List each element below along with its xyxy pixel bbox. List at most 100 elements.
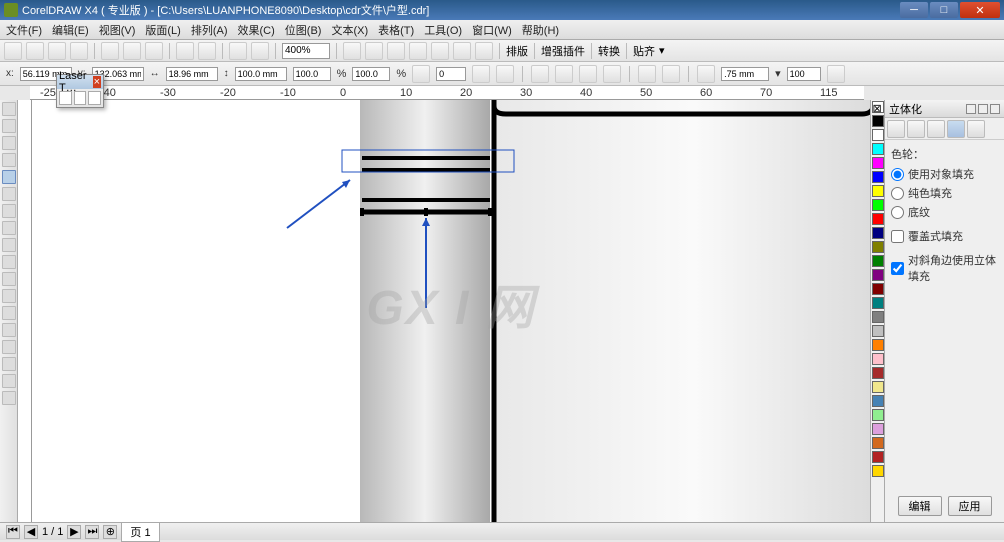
no-color-swatch[interactable]: ⊠ xyxy=(872,101,884,113)
menu-layout[interactable]: 版面(L) xyxy=(145,22,180,38)
crop-tool-icon[interactable] xyxy=(2,136,16,150)
menu-text[interactable]: 文本(X) xyxy=(331,22,368,38)
text-tool-icon[interactable] xyxy=(2,255,16,269)
redo-button[interactable] xyxy=(198,42,216,60)
docker-close-icon[interactable] xyxy=(990,104,1000,114)
color-swatch[interactable] xyxy=(872,171,884,183)
import-button[interactable] xyxy=(229,42,247,60)
interactive-fill-icon[interactable] xyxy=(2,391,16,405)
color-swatch[interactable] xyxy=(872,339,884,351)
zoom-tool-icon[interactable] xyxy=(365,42,383,60)
color-swatch[interactable] xyxy=(872,451,884,463)
width-input[interactable] xyxy=(166,67,218,81)
scale-y-input[interactable] xyxy=(352,67,390,81)
floating-close-icon[interactable]: × xyxy=(93,76,101,88)
color-swatch[interactable] xyxy=(872,241,884,253)
vertical-ruler[interactable] xyxy=(18,100,32,522)
color-swatch[interactable] xyxy=(872,325,884,337)
laser-tool-2-icon[interactable] xyxy=(74,91,87,105)
color-swatch[interactable] xyxy=(872,157,884,169)
zoom-tool-icon[interactable] xyxy=(387,42,405,60)
color-swatch[interactable] xyxy=(872,283,884,295)
laser-tool-3-icon[interactable] xyxy=(88,91,101,105)
order-icon[interactable] xyxy=(638,65,656,83)
convert-curves-icon[interactable] xyxy=(827,65,845,83)
color-swatch[interactable] xyxy=(872,143,884,155)
color-swatch[interactable] xyxy=(872,367,884,379)
next-page-button[interactable]: ▶ xyxy=(67,525,81,539)
snap-icon[interactable] xyxy=(409,42,427,60)
save-button[interactable] xyxy=(48,42,66,60)
color-swatch[interactable] xyxy=(872,465,884,477)
prev-page-button[interactable]: ◀ xyxy=(24,525,38,539)
table-tool-icon[interactable] xyxy=(2,272,16,286)
color-swatch[interactable] xyxy=(872,395,884,407)
outline-icon[interactable] xyxy=(697,65,715,83)
checkbox-bevel-fill[interactable]: 对斜角边使用立体填充 xyxy=(891,252,998,284)
order-icon[interactable] xyxy=(662,65,680,83)
color-swatch[interactable] xyxy=(872,437,884,449)
menu-help[interactable]: 帮助(H) xyxy=(522,22,559,38)
menu-bitmap[interactable]: 位图(B) xyxy=(285,22,322,38)
dropdown-icon[interactable]: ▾ xyxy=(775,67,781,80)
menu-window[interactable]: 窗口(W) xyxy=(472,22,512,38)
radio-shade-fill[interactable]: 底纹 xyxy=(891,204,998,220)
docker-collapse-icon[interactable] xyxy=(978,104,988,114)
interactive-tool-icon[interactable] xyxy=(2,323,16,337)
dropdown-icon[interactable]: ▾ xyxy=(659,44,665,57)
shape-tool-icon[interactable] xyxy=(2,119,16,133)
checkbox-drape-fill[interactable]: 覆盖式填充 xyxy=(891,228,998,244)
align-icon[interactable] xyxy=(555,65,573,83)
spinner-input[interactable] xyxy=(787,67,821,81)
color-swatch[interactable] xyxy=(872,255,884,267)
last-page-button[interactable]: ⏭ xyxy=(85,525,99,539)
minimize-button[interactable]: ─ xyxy=(900,2,928,18)
close-button[interactable]: ✕ xyxy=(960,2,1000,18)
menu-effects[interactable]: 效果(C) xyxy=(238,22,275,38)
laser-tool-1-icon[interactable] xyxy=(59,91,72,105)
eyedropper-tool-icon[interactable] xyxy=(2,340,16,354)
new-button[interactable] xyxy=(4,42,22,60)
toolbar-label-plugin[interactable]: 增强插件 xyxy=(541,43,585,59)
polygon-tool-icon[interactable] xyxy=(2,238,16,252)
cut-button[interactable] xyxy=(101,42,119,60)
apply-button[interactable]: 应用 xyxy=(948,496,992,516)
floating-titlebar[interactable]: Laser T… × xyxy=(57,75,103,89)
color-swatch[interactable] xyxy=(872,269,884,281)
radio-object-fill[interactable]: 使用对象填充 xyxy=(891,166,998,182)
align-icon[interactable] xyxy=(531,65,549,83)
color-swatch[interactable] xyxy=(872,185,884,197)
align-icon[interactable] xyxy=(603,65,621,83)
undo-button[interactable] xyxy=(176,42,194,60)
toolbar-label-typeset[interactable]: 排版 xyxy=(506,43,528,59)
open-button[interactable] xyxy=(26,42,44,60)
color-swatch[interactable] xyxy=(872,213,884,225)
toolbar-label-convert[interactable]: 转换 xyxy=(598,43,620,59)
zoom-input[interactable] xyxy=(282,43,330,59)
rotation-input[interactable] xyxy=(436,67,466,81)
paste-button[interactable] xyxy=(145,42,163,60)
color-swatch[interactable] xyxy=(872,199,884,211)
menu-arrange[interactable]: 排列(A) xyxy=(191,22,228,38)
first-page-button[interactable]: ⏮ xyxy=(6,525,20,539)
export-button[interactable] xyxy=(251,42,269,60)
dimension-tool-icon[interactable] xyxy=(2,289,16,303)
tab-light-icon[interactable] xyxy=(927,120,945,138)
mirror-h-icon[interactable] xyxy=(472,65,490,83)
snap-icon[interactable] xyxy=(453,42,471,60)
toolbar-label-snap[interactable]: 贴齐 xyxy=(633,43,655,59)
laser-tools-window[interactable]: Laser T… × xyxy=(56,74,104,108)
height-input[interactable] xyxy=(235,67,287,81)
copy-button[interactable] xyxy=(123,42,141,60)
add-page-button[interactable]: ⊕ xyxy=(103,525,117,539)
rectangle-tool-icon[interactable] xyxy=(2,204,16,218)
docker-menu-icon[interactable] xyxy=(966,104,976,114)
zoom-tool-icon[interactable] xyxy=(343,42,361,60)
fill-tool-icon[interactable] xyxy=(2,374,16,388)
edit-button[interactable]: 编辑 xyxy=(898,496,942,516)
print-button[interactable] xyxy=(70,42,88,60)
ellipse-tool-icon[interactable] xyxy=(2,221,16,235)
menu-edit[interactable]: 编辑(E) xyxy=(52,22,89,38)
canvas[interactable]: GX I 网 xyxy=(32,100,870,522)
color-swatch[interactable] xyxy=(872,409,884,421)
